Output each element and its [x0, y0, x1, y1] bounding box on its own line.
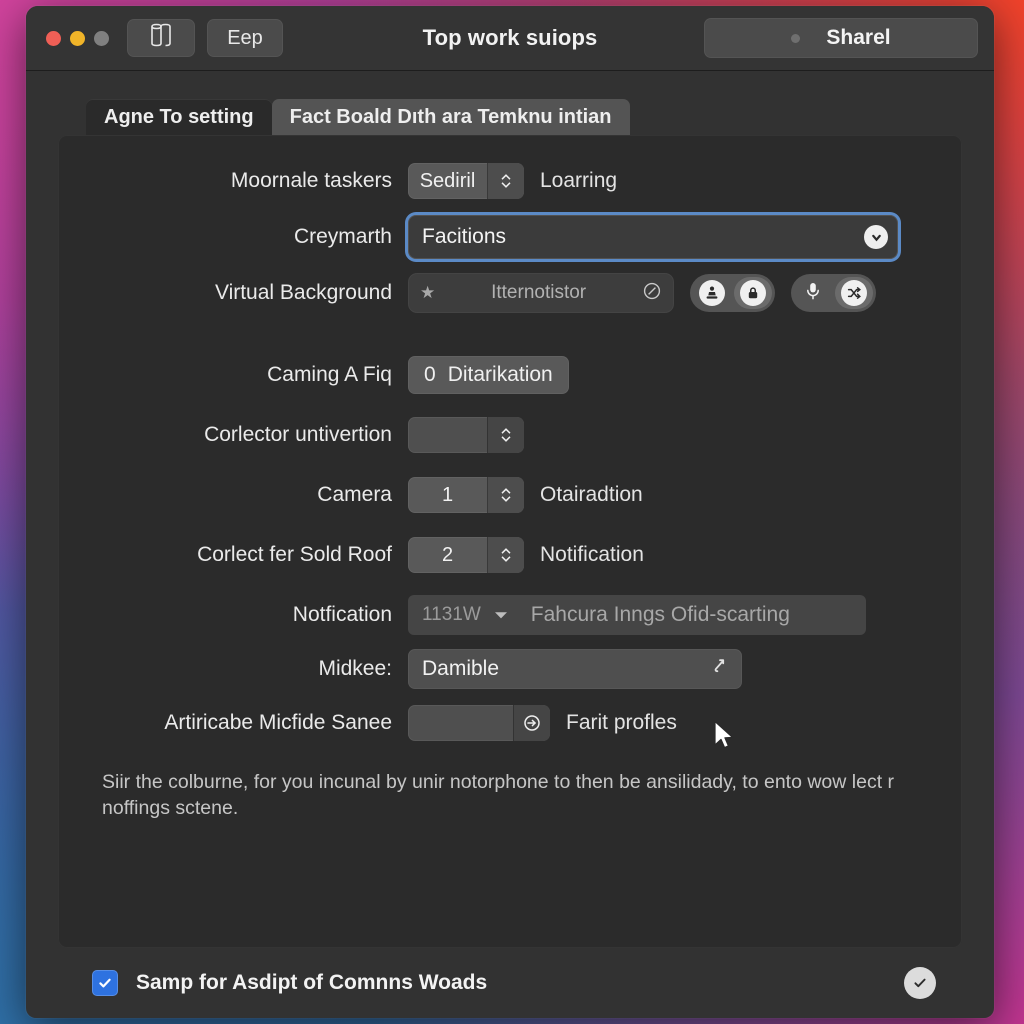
- virtual-background-search-field[interactable]: ★ Itternotistor: [408, 273, 674, 313]
- row-trailing-text: Loarring: [540, 169, 618, 192]
- notfication-dropdown-strip[interactable]: 1131W Fahcura Inngs Ofid-scarting: [408, 595, 866, 635]
- row-label: Midkee:: [318, 657, 392, 680]
- book-icon: [149, 22, 173, 54]
- row-label: Corlect fer Sold Roof: [197, 543, 392, 566]
- row-notfication: Notfication 1131W Fahcura Inngs Ofid-sca…: [82, 595, 938, 635]
- book-icon-button[interactable]: [127, 19, 195, 57]
- tab-label: Agne To setting: [104, 105, 254, 128]
- ditarikation-button[interactable]: 0 Ditarikation: [408, 356, 569, 394]
- segment-group-right: [791, 274, 876, 312]
- stepper-arrows-icon[interactable]: [487, 537, 524, 573]
- stepper-value: [408, 417, 487, 453]
- row-camera: Camera 1 Otairadtion: [82, 475, 938, 515]
- row-label: Virtual Background: [214, 281, 392, 304]
- application-window: Eep Top work suiops Sharel Agne To setti…: [26, 6, 994, 1018]
- tab-agne-to-setting[interactable]: Agne To setting: [86, 99, 272, 135]
- tab-label: Fact Boald Dıth ara Temknu intian: [289, 105, 612, 128]
- share-button[interactable]: Sharel: [704, 18, 978, 58]
- window-titlebar: Eep Top work suiops Sharel: [26, 6, 994, 71]
- stamp-icon-button[interactable]: [693, 277, 731, 309]
- corlect-sold-roof-stepper[interactable]: 2: [408, 537, 524, 573]
- row-corlect-fer-sold-roof: Corlect fer Sold Roof 2 Notification: [82, 535, 938, 575]
- minimize-window-button[interactable]: [70, 30, 85, 46]
- check-circle-icon-button[interactable]: [904, 967, 936, 999]
- lock-icon: [740, 280, 766, 306]
- artiricabe-stepper[interactable]: [408, 705, 550, 741]
- strip-text: Fahcura Inngs Ofid-scarting: [530, 603, 790, 626]
- row-label: Corlector untivertion: [204, 423, 392, 446]
- share-button-label: Sharel: [826, 26, 891, 49]
- stepper-value: 1: [441, 483, 454, 506]
- strip-number: 1131W: [422, 604, 481, 625]
- bottom-checkbox-label: Samp for Asdipt of Comnns Woads: [136, 971, 488, 994]
- window-traffic-lights: [46, 30, 109, 46]
- eep-button-label: Eep: [227, 26, 263, 49]
- stepper-arrows-icon[interactable]: [487, 163, 524, 199]
- row-label: Caming A Fiq: [267, 363, 392, 386]
- row-label: Camera: [317, 483, 392, 506]
- stepper-arrows-icon[interactable]: [487, 477, 524, 513]
- creymarth-combobox[interactable]: Facitions: [408, 215, 898, 259]
- row-label: Notfication: [292, 603, 392, 626]
- button-badge: 0: [424, 363, 436, 386]
- row-creymarth: Creymarth Facitions: [82, 215, 938, 259]
- midkee-combobox[interactable]: Damible: [408, 649, 742, 689]
- combobox-value: Damible: [422, 657, 500, 680]
- stepper-value: 2: [441, 543, 454, 566]
- enter-arrow-icon[interactable]: [513, 705, 550, 741]
- row-label: Creymarth: [293, 225, 392, 248]
- settings-panel: Moornale taskers Sediril Loarring Creyma…: [58, 135, 962, 948]
- eep-button[interactable]: Eep: [207, 19, 283, 57]
- stepper-value: [408, 705, 513, 741]
- window-bottom-bar: Samp for Asdipt of Comnns Woads: [58, 948, 962, 1018]
- row-moornale-taskers: Moornale taskers Sediril Loarring: [82, 161, 938, 201]
- microphone-icon-button[interactable]: [794, 277, 832, 309]
- maximize-window-button[interactable]: [94, 30, 109, 46]
- button-label: Ditarikation: [447, 363, 553, 386]
- stepper-value: Sediril: [419, 169, 476, 192]
- microphone-icon: [804, 280, 822, 307]
- row-trailing-text: Farit profles: [566, 711, 677, 734]
- row-label: Moornale taskers: [230, 169, 392, 192]
- share-status-dot: [791, 33, 801, 43]
- star-icon: ★: [420, 283, 436, 302]
- segment-group-left: [690, 274, 775, 312]
- combobox-value: Facitions: [422, 225, 507, 248]
- row-trailing-text: Notification: [540, 543, 644, 566]
- samp-for-asdipt-checkbox[interactable]: [92, 970, 118, 996]
- row-corlector-untivertion: Corlector untivertion: [82, 415, 938, 455]
- close-window-button[interactable]: [46, 30, 61, 46]
- row-label: Artiricabe Micfide Sanee: [164, 711, 392, 734]
- tab-bar: Agne To setting Fact Boald Dıth ara Temk…: [86, 99, 962, 135]
- row-artiricabe-micfide-sanee: Artiricabe Micfide Sanee Farit profles: [82, 703, 938, 743]
- stepper-arrows-icon[interactable]: [487, 417, 524, 453]
- chevron-down-icon[interactable]: [864, 225, 888, 249]
- shuffle-icon: [841, 280, 867, 306]
- camera-stepper[interactable]: 1: [408, 477, 524, 513]
- slashed-circle-icon[interactable]: [642, 281, 662, 306]
- shuffle-icon-button[interactable]: [835, 277, 873, 309]
- help-description-text: Siir the colburne, for you incunal by un…: [102, 771, 895, 820]
- tab-fact-boald[interactable]: Fact Boald Dıth ara Temknu intian: [271, 99, 630, 135]
- row-midkee: Midkee: Damible: [82, 649, 938, 689]
- row-trailing-text: Otairadtion: [540, 483, 643, 506]
- chevron-down-icon[interactable]: [493, 608, 509, 623]
- row-caming-a-fiq: Caming A Fiq 0 Ditarikation: [82, 355, 938, 395]
- moornale-taskers-stepper[interactable]: Sediril: [408, 163, 524, 199]
- corlector-untivertion-stepper[interactable]: [408, 417, 524, 453]
- stamp-icon: [699, 280, 725, 306]
- row-virtual-background: Virtual Background ★ Itternotistor: [82, 273, 938, 313]
- lock-icon-button[interactable]: [734, 277, 772, 309]
- return-arrow-icon[interactable]: [708, 655, 730, 683]
- window-body: Agne To setting Fact Boald Dıth ara Temk…: [26, 71, 994, 1018]
- search-field-value: Itternotistor: [491, 282, 587, 303]
